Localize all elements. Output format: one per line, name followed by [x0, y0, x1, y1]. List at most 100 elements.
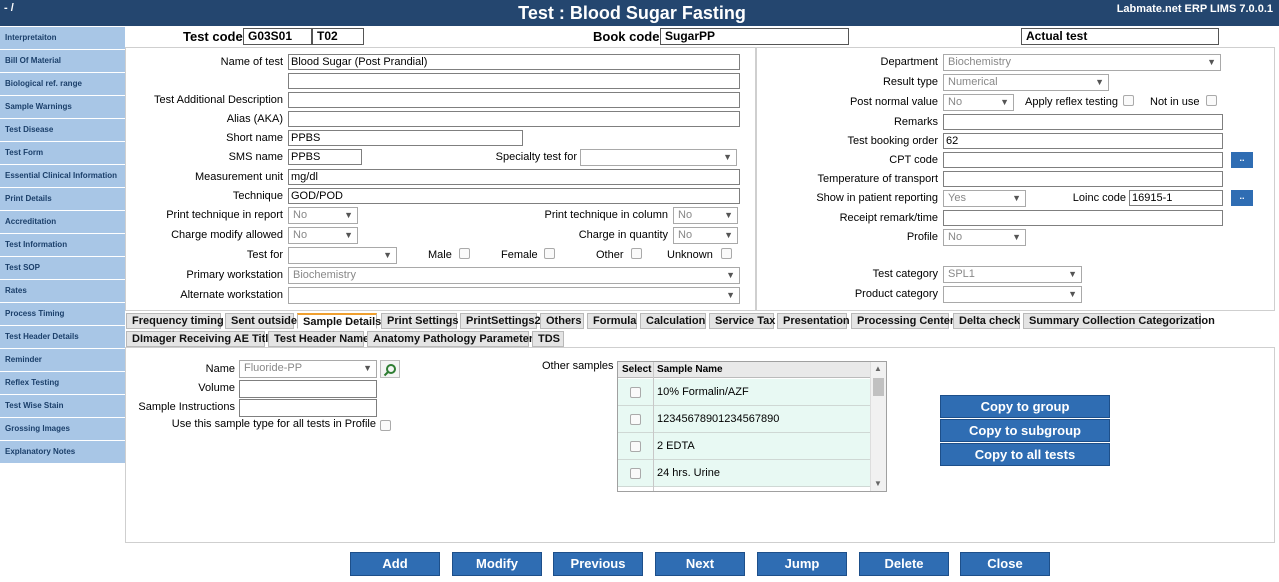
profile-select[interactable]: No ▼: [943, 229, 1026, 246]
scroll-down-icon[interactable]: ▼: [874, 479, 882, 488]
tab-tds[interactable]: TDS: [532, 331, 564, 347]
sidebar-item-bill-of-material[interactable]: Bill Of Material: [0, 50, 125, 72]
cpt-code-input[interactable]: [943, 152, 1223, 168]
receipt-remark-input[interactable]: [943, 210, 1223, 226]
sidebar-item-test-information[interactable]: Test Information: [0, 234, 125, 256]
short-name-input[interactable]: PPBS: [288, 130, 523, 146]
result-type-select[interactable]: Numerical ▼: [943, 74, 1109, 91]
volume-input[interactable]: [239, 380, 377, 398]
grid-scrollbar[interactable]: ▲ ▼: [870, 362, 886, 491]
sidebar-item-grossing-images[interactable]: Grossing Images: [0, 418, 125, 440]
copy-to-subgroup-button[interactable]: Copy to subgroup: [940, 419, 1110, 442]
sidebar-item-sample-warnings[interactable]: Sample Warnings: [0, 96, 125, 118]
scroll-thumb[interactable]: [873, 378, 884, 396]
close-button[interactable]: Close: [960, 552, 1050, 576]
tab-test-header-name[interactable]: Test Header Name: [268, 331, 369, 347]
booking-order-input[interactable]: 62: [943, 133, 1223, 149]
loinc-input[interactable]: 16915-1: [1129, 190, 1223, 206]
row-select-checkbox[interactable]: [630, 387, 641, 398]
test-code-field-2[interactable]: T02: [312, 28, 364, 45]
test-category-select[interactable]: SPL1 ▼: [943, 266, 1082, 283]
sidebar-item-rates[interactable]: Rates: [0, 280, 125, 302]
sidebar-item-accreditation[interactable]: Accreditation: [0, 211, 125, 233]
female-checkbox[interactable]: [544, 248, 555, 259]
copy-to-group-button[interactable]: Copy to group: [940, 395, 1110, 418]
measurement-unit-input[interactable]: mg/dl: [288, 169, 740, 185]
sample-instructions-input[interactable]: [239, 399, 377, 417]
sidebar-item-process-timing[interactable]: Process Timing: [0, 303, 125, 325]
table-row[interactable]: 10% Formalin/AZF: [618, 379, 870, 406]
table-row[interactable]: 2 EDTA: [618, 433, 870, 460]
sidebar-item-essential-clinical-information[interactable]: Essential Clinical Information: [0, 165, 125, 187]
department-select[interactable]: Biochemistry ▼: [943, 54, 1221, 71]
technique-input[interactable]: GOD/POD: [288, 188, 740, 204]
alternate-workstation-select[interactable]: ▼: [288, 287, 740, 304]
sidebar-item-test-form[interactable]: Test Form: [0, 142, 125, 164]
tab-printsettings2[interactable]: PrintSettings2: [460, 313, 541, 329]
show-patient-select[interactable]: Yes ▼: [943, 190, 1026, 207]
temperature-input[interactable]: [943, 171, 1223, 187]
additional-description-input[interactable]: [288, 92, 740, 108]
sidebar-item-explanatory-notes[interactable]: Explanatory Notes: [0, 441, 125, 463]
test-for-select[interactable]: ▼: [288, 247, 397, 264]
next-button[interactable]: Next: [655, 552, 745, 576]
unknown-checkbox[interactable]: [721, 248, 732, 259]
product-category-select[interactable]: ▼: [943, 286, 1082, 303]
cpt-lookup-button[interactable]: ..: [1231, 152, 1253, 168]
sidebar-item-biological-ref-range[interactable]: Biological ref. range: [0, 73, 125, 95]
remarks-input[interactable]: [943, 114, 1223, 130]
sidebar-item-print-details[interactable]: Print Details: [0, 188, 125, 210]
tab-service-tax[interactable]: Service Tax: [709, 313, 775, 329]
apply-reflex-checkbox[interactable]: [1123, 95, 1134, 106]
charge-modify-select[interactable]: No ▼: [288, 227, 358, 244]
table-row[interactable]: 24 hrs. Urine: [618, 460, 870, 487]
sidebar-item-test-header-details[interactable]: Test Header Details: [0, 326, 125, 348]
sidebar-item-interpretaiton[interactable]: Interpretaiton: [0, 27, 125, 49]
sms-name-input[interactable]: PPBS: [288, 149, 362, 165]
tab-anatomy-pathology-parameters[interactable]: Anatomy Pathology Parameters: [367, 331, 539, 347]
sidebar-item-test-wise-stain[interactable]: Test Wise Stain: [0, 395, 125, 417]
row-select-checkbox[interactable]: [630, 414, 641, 425]
modify-button[interactable]: Modify: [452, 552, 542, 576]
row-select-checkbox[interactable]: [630, 468, 641, 479]
sidebar-item-reminder[interactable]: Reminder: [0, 349, 125, 371]
tab-processing-center[interactable]: Processing Center: [851, 313, 954, 329]
sample-name-select[interactable]: Fluoride-PP ▼: [239, 360, 377, 378]
table-row[interactable]: 12345678901234567890: [618, 406, 870, 433]
test-code-field-1[interactable]: G03S01: [243, 28, 312, 45]
tab-sample-details[interactable]: Sample Details: [297, 313, 381, 329]
search-icon[interactable]: [380, 360, 400, 378]
male-checkbox[interactable]: [459, 248, 470, 259]
tab-frequency-timing[interactable]: Frequency timing: [126, 313, 224, 329]
tab-print-settings[interactable]: Print Settings: [381, 313, 459, 329]
actual-test-field[interactable]: Actual test: [1021, 28, 1219, 45]
print-technique-report-select[interactable]: No ▼: [288, 207, 358, 224]
jump-button[interactable]: Jump: [757, 552, 847, 576]
not-in-use-checkbox[interactable]: [1206, 95, 1217, 106]
use-all-checkbox[interactable]: [380, 420, 391, 431]
copy-to-all-tests-button[interactable]: Copy to all tests: [940, 443, 1110, 466]
tab-others[interactable]: Others: [540, 313, 584, 329]
tab-presentation[interactable]: Presentation: [777, 313, 850, 329]
tab-calculation[interactable]: Calculation: [640, 313, 706, 329]
tab-sent-outside[interactable]: Sent outside: [225, 313, 297, 329]
loinc-lookup-button[interactable]: ..: [1231, 190, 1253, 206]
specialty-test-select[interactable]: ▼: [580, 149, 737, 166]
name-of-test-extra-input[interactable]: [288, 73, 740, 89]
other-checkbox[interactable]: [631, 248, 642, 259]
previous-button[interactable]: Previous: [553, 552, 643, 576]
delete-button[interactable]: Delete: [859, 552, 949, 576]
sidebar-item-test-sop[interactable]: Test SOP: [0, 257, 125, 279]
primary-workstation-select[interactable]: Biochemistry ▼: [288, 267, 740, 284]
tab-dimager-receiving-ae-title[interactable]: DImager Receiving AE Title: [126, 331, 274, 347]
tab-formula[interactable]: Formula: [587, 313, 637, 329]
name-of-test-input[interactable]: Blood Sugar (Post Prandial): [288, 54, 740, 70]
book-code-field[interactable]: SugarPP: [660, 28, 849, 45]
sidebar-item-reflex-testing[interactable]: Reflex Testing: [0, 372, 125, 394]
add-button[interactable]: Add: [350, 552, 440, 576]
charge-quantity-select[interactable]: No ▼: [673, 227, 738, 244]
alias-input[interactable]: [288, 111, 740, 127]
tab-delta-check[interactable]: Delta check: [953, 313, 1020, 329]
print-technique-column-select[interactable]: No ▼: [673, 207, 738, 224]
post-normal-select[interactable]: No ▼: [943, 94, 1014, 111]
